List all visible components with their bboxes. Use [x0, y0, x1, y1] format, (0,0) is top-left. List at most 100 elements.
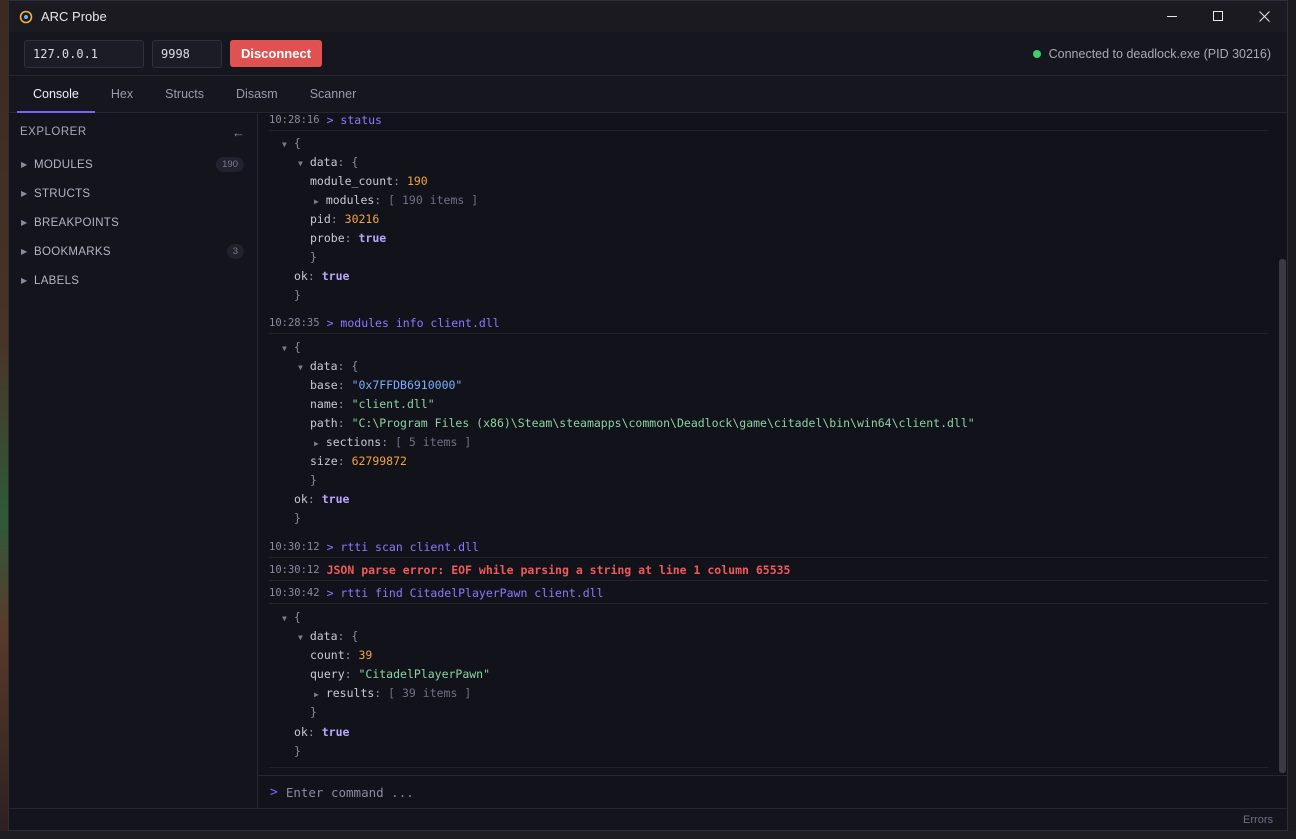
tab-disasm[interactable]: Disasm	[220, 76, 294, 112]
command-text: > rtti find CitadelPlayerPawn client.dll	[326, 585, 604, 600]
sidebar-item-bookmarks[interactable]: ▶ BOOKMARKS 3	[9, 237, 257, 266]
collapse-sidebar-icon[interactable]: ←	[232, 125, 245, 140]
sidebar-item-labels[interactable]: ▶ LABELS	[9, 266, 257, 295]
sidebar-item-breakpoints[interactable]: ▶ BREAKPOINTS	[9, 208, 257, 237]
expand-triangle-icon: ▶	[21, 247, 28, 256]
window-title: ARC Probe	[41, 9, 107, 24]
json-close: }	[310, 705, 317, 719]
count-badge: 190	[216, 157, 244, 172]
explorer-header: EXPLORER ←	[9, 114, 257, 150]
console-scrollbar[interactable]	[1279, 114, 1286, 774]
json-root-open[interactable]: ▼{	[282, 134, 301, 153]
scrollbar-thumb[interactable]	[1279, 259, 1286, 773]
desktop-background-right	[1288, 0, 1296, 839]
tab-structs[interactable]: Structs	[149, 76, 220, 112]
status-bar: Errors	[9, 808, 1287, 830]
main-area: EXPLORER ← ▶ MODULES 190 ▶ STRUCTS ▶ BRE…	[9, 114, 1287, 808]
console-entry: 10:30:12 > rtti scan client.dll	[269, 536, 1268, 558]
port-input[interactable]	[152, 39, 222, 68]
desktop-background	[0, 0, 8, 839]
tab-hex[interactable]: Hex	[95, 76, 149, 112]
command-text: > rtti scan client.dll	[326, 539, 479, 554]
collapse-triangle-icon: ▼	[282, 344, 287, 353]
sidebar-item-label: STRUCTS	[34, 187, 91, 200]
timestamp: 10:30:12	[269, 540, 320, 553]
tab-bar: Console Hex Structs Disasm Scanner	[9, 76, 1287, 113]
sidebar-item-label: BOOKMARKS	[34, 245, 111, 258]
json-field: ok: true	[294, 725, 350, 739]
console-entry: 10:28:16 > status	[269, 114, 1268, 131]
collapse-triangle-icon: ▼	[282, 140, 287, 149]
explorer-title: EXPLORER	[20, 126, 87, 138]
json-root-open[interactable]: ▼{	[282, 608, 301, 627]
console-error-entry: 10:30:12 JSON parse error: EOF while par…	[269, 559, 1268, 581]
timestamp: 10:30:12	[269, 563, 320, 576]
app-logo-icon	[19, 10, 33, 24]
json-close: }	[310, 250, 317, 264]
command-input[interactable]	[285, 784, 1186, 800]
count-badge: 3	[226, 244, 244, 259]
console-entry: 10:30:42 > rtti find CitadelPlayerPawn c…	[269, 582, 1268, 604]
timestamp: 10:28:35	[269, 316, 320, 329]
json-root-open[interactable]: ▼{	[282, 338, 301, 357]
sidebar-item-modules[interactable]: ▶ MODULES 190	[9, 150, 257, 179]
host-input[interactable]	[24, 39, 144, 68]
expand-triangle-icon: ▶	[21, 276, 28, 285]
json-close: }	[310, 473, 317, 487]
expand-triangle-icon: ▶	[314, 439, 319, 448]
json-node-data[interactable]: ▼ data: {	[298, 357, 358, 376]
expand-triangle-icon: ▶	[314, 197, 319, 206]
json-close: }	[294, 288, 301, 302]
expand-triangle-icon: ▶	[21, 218, 28, 227]
sidebar-item-label: BREAKPOINTS	[34, 216, 120, 229]
json-field: pid: 30216	[310, 212, 380, 226]
desktop-background-bottom	[0, 831, 1296, 839]
json-close: }	[294, 511, 301, 525]
collapse-triangle-icon: ▼	[298, 159, 303, 168]
json-node-results[interactable]: ▶ results: [ 39 items ]	[314, 684, 471, 703]
explorer-sidebar: EXPLORER ← ▶ MODULES 190 ▶ STRUCTS ▶ BRE…	[9, 114, 258, 808]
command-bar: >	[258, 775, 1287, 808]
json-field: ok: true	[294, 492, 350, 506]
app-window: ARC Probe Disconnect Connected to deadlo…	[8, 0, 1288, 831]
console-entry: 10:28:35 > modules info client.dll	[269, 312, 1268, 334]
json-node-data[interactable]: ▼ data: {	[298, 627, 358, 646]
collapse-triangle-icon: ▼	[282, 614, 287, 623]
window-controls	[1149, 1, 1287, 32]
json-field: ok: true	[294, 269, 350, 283]
console-output: 10:28:16 > status ▼{ ▼ data: { module_cou…	[258, 114, 1278, 774]
json-node-modules[interactable]: ▶ modules: [ 190 items ]	[314, 191, 478, 210]
json-field: module_count: 190	[310, 174, 428, 188]
collapse-triangle-icon: ▼	[298, 363, 303, 372]
title-bar: ARC Probe	[9, 1, 1287, 32]
console-panel: 10:28:16 > status ▼{ ▼ data: { module_cou…	[258, 114, 1287, 808]
json-node-data[interactable]: ▼ data: {	[298, 153, 358, 172]
json-node-sections[interactable]: ▶ sections: [ 5 items ]	[314, 433, 471, 452]
minimize-icon[interactable]	[1149, 1, 1195, 32]
console-separator	[269, 747, 1268, 768]
expand-triangle-icon: ▶	[21, 160, 28, 169]
json-field: path: "C:\Program Files (x86)\Steam\stea…	[310, 416, 975, 430]
disconnect-button[interactable]: Disconnect	[230, 40, 322, 67]
expand-triangle-icon: ▶	[314, 690, 319, 699]
tab-scanner[interactable]: Scanner	[294, 76, 373, 112]
close-icon[interactable]	[1241, 1, 1287, 32]
command-text: > status	[326, 114, 382, 127]
sidebar-item-label: LABELS	[34, 274, 80, 287]
connection-status: Connected to deadlock.exe (PID 30216)	[1032, 32, 1271, 76]
maximize-icon[interactable]	[1195, 1, 1241, 32]
sidebar-item-label: MODULES	[34, 158, 93, 171]
expand-triangle-icon: ▶	[21, 189, 28, 198]
prompt-icon: >	[270, 784, 278, 800]
tab-console[interactable]: Console	[17, 76, 95, 113]
connection-bar: Disconnect Connected to deadlock.exe (PI…	[9, 32, 1287, 76]
sidebar-item-structs[interactable]: ▶ STRUCTS	[9, 179, 257, 208]
json-field: name: "client.dll"	[310, 397, 435, 411]
json-field: size: 62799872	[310, 454, 407, 468]
json-field: probe: true	[310, 231, 387, 245]
connection-status-text: Connected to deadlock.exe (PID 30216)	[1048, 47, 1271, 61]
json-field: base: "0x7FFDB6910000"	[310, 378, 463, 392]
errors-toggle[interactable]: Errors	[1243, 809, 1273, 830]
status-dot-icon	[1032, 50, 1041, 58]
error-text: JSON parse error: EOF while parsing a st…	[326, 562, 791, 577]
